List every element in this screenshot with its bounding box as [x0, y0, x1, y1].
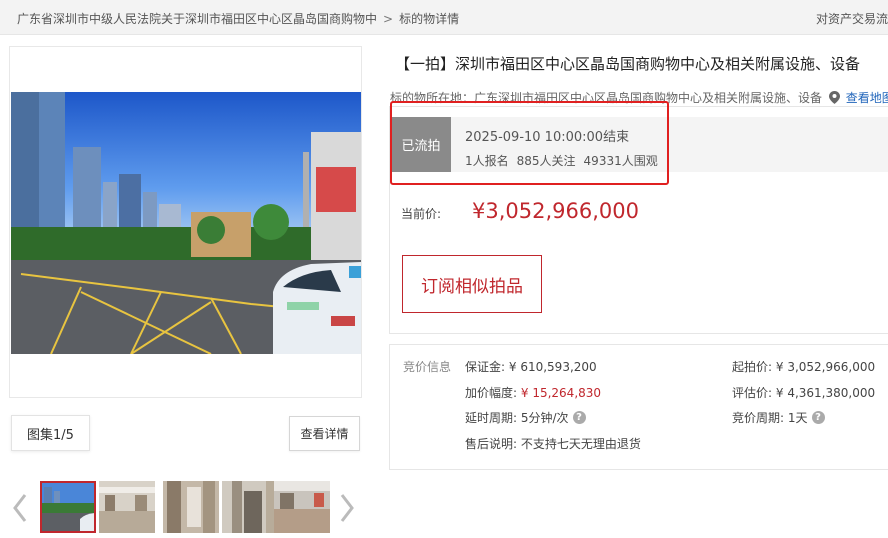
- view-details-button[interactable]: 查看详情: [289, 416, 360, 451]
- after-sale-value: 不支持七天无理由退货: [520, 437, 641, 451]
- bid-cycle-value: 1天: [787, 411, 808, 425]
- breadcrumb-bar: 广东省深圳市中级人民法院关于深圳市福田区中心区晶岛国商购物中 > 标的物详情 对资产…: [0, 0, 888, 35]
- item-title: 【一拍】深圳市福田区中心区晶岛国商购物中心及相关附属设施、设备: [395, 55, 861, 73]
- delay-label: 延时周期:: [465, 411, 518, 425]
- status-highlight-box: [390, 101, 669, 185]
- deposit-row: 保证金: ¥ 610,593,200: [465, 358, 597, 375]
- current-price-value: ¥3,052,966,000: [472, 199, 639, 223]
- thumbnail[interactable]: [163, 481, 219, 533]
- gallery-counter-button[interactable]: 图集1/5: [11, 415, 90, 451]
- location-pin-icon[interactable]: [826, 91, 844, 105]
- deposit-label: 保证金:: [465, 360, 506, 374]
- main-photo-frame: [9, 46, 362, 398]
- bid-cycle-row: 竞价周期: 1天?: [732, 409, 825, 426]
- view-map-link[interactable]: 查看地图: [846, 91, 888, 105]
- after-sale-label: 售后说明:: [465, 437, 518, 451]
- increment-value: ¥ 15,264,830: [520, 385, 602, 400]
- deposit-value: ¥ 610,593,200: [508, 359, 597, 374]
- increment-row: 加价幅度: ¥ 15,264,830: [465, 384, 601, 401]
- main-photo[interactable]: [11, 92, 361, 354]
- appraisal-label: 评估价:: [732, 386, 773, 400]
- after-sale-row: 售后说明: 不支持七天无理由退货: [465, 435, 641, 452]
- thumbnail[interactable]: [222, 481, 278, 533]
- thumbnail[interactable]: [40, 481, 96, 533]
- bid-cycle-label: 竞价周期:: [732, 411, 785, 425]
- start-price-label: 起拍价:: [732, 360, 773, 374]
- bid-info-label: 竞价信息: [403, 360, 452, 374]
- delay-row: 延时周期: 5分钟/次?: [465, 409, 586, 426]
- breadcrumb-item-notice[interactable]: 广东省深圳市中级人民法院关于深圳市福田区中心区晶岛国商购物中: [17, 12, 377, 26]
- thumbnail[interactable]: [99, 481, 155, 533]
- chevron-right-icon[interactable]: [336, 490, 358, 526]
- thumbnail-strip: [40, 481, 330, 535]
- asset-trading-link[interactable]: 对资产交易流: [816, 10, 888, 27]
- breadcrumb-separator: >: [383, 12, 394, 26]
- breadcrumb-item-detail[interactable]: 标的物详情: [399, 12, 459, 26]
- breadcrumb: 广东省深圳市中级人民法院关于深圳市福田区中心区晶岛国商购物中 > 标的物详情: [17, 10, 459, 27]
- appraisal-value: ¥ 4,361,380,000: [775, 385, 876, 400]
- appraisal-row: 评估价: ¥ 4,361,380,000: [732, 384, 875, 401]
- start-price-row: 起拍价: ¥ 3,052,966,000: [732, 358, 875, 375]
- increment-label: 加价幅度:: [465, 386, 518, 400]
- help-icon[interactable]: ?: [811, 411, 825, 424]
- delay-value: 5分钟/次: [520, 411, 569, 425]
- subscribe-similar-button[interactable]: 订阅相似拍品: [402, 255, 542, 313]
- thumbnail[interactable]: [274, 481, 330, 533]
- chevron-left-icon[interactable]: [9, 490, 31, 526]
- current-price-label: 当前价:: [401, 207, 442, 221]
- start-price-value: ¥ 3,052,966,000: [775, 359, 876, 374]
- help-icon[interactable]: ?: [572, 411, 586, 424]
